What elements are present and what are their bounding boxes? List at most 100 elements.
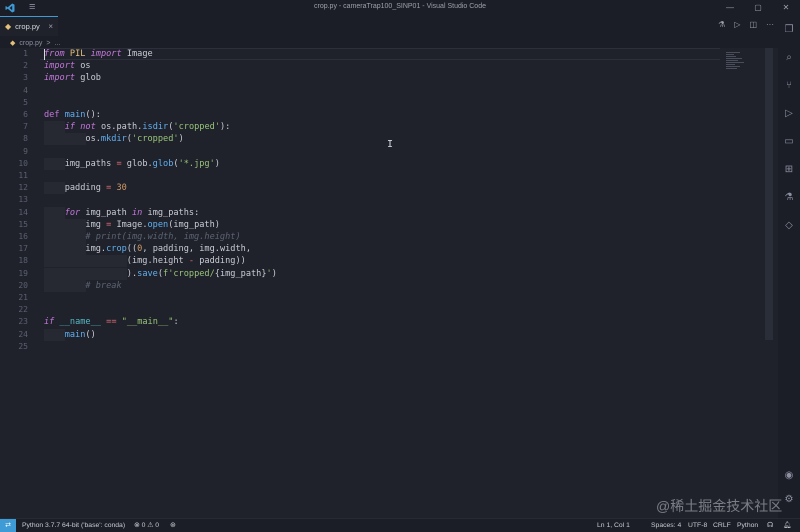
vertical-scrollbar[interactable]: [765, 48, 773, 340]
code-token: Image.: [111, 219, 148, 230]
line-number: 20: [18, 280, 28, 290]
search-icon[interactable]: ⌕: [778, 48, 800, 68]
play-icon[interactable]: ▷: [734, 20, 740, 29]
cursor-position[interactable]: Ln 1, Col 1: [597, 519, 630, 532]
line-number: 5: [23, 97, 28, 107]
code-editor[interactable]: 1 2 3 4 5 6 7 8 9 10 11 12 13 14 15 16 17 18 19 20 21 22 23 24 2…: [0, 48, 778, 518]
breadcrumb-symbol[interactable]: ...: [54, 40, 60, 47]
code-token: main: [64, 110, 86, 120]
testing-icon[interactable]: ⚗: [778, 188, 800, 208]
tab-bar: ◆ crop.py × ⚗ ▷ ◫ ···: [0, 16, 778, 36]
line-number: 23: [18, 317, 28, 327]
files-icon[interactable]: ❐: [778, 20, 800, 40]
split-editor-icon[interactable]: ◫: [749, 20, 757, 29]
code-token: save: [137, 268, 158, 279]
python-file-icon: ◆: [5, 22, 12, 31]
minimap[interactable]: [726, 52, 746, 76]
code-token: not: [80, 122, 96, 133]
indentation[interactable]: Spaces: 4: [651, 519, 681, 532]
notifications-icon[interactable]: 🔔︎: [783, 519, 792, 532]
python-file-icon: ◆: [10, 40, 16, 47]
line-number: 9: [23, 146, 28, 156]
run-icon[interactable]: ⚗: [718, 20, 725, 29]
code-token: Image: [121, 49, 153, 59]
code-token: glob: [152, 158, 174, 169]
line-number: 21: [18, 293, 28, 302]
code-token: padding: [44, 183, 107, 194]
code-token: padding)): [194, 256, 246, 267]
remote-explorer-icon[interactable]: ▭: [778, 132, 800, 152]
line-number: 6: [23, 110, 28, 119]
editor-actions: ⚗ ▷ ◫ ···: [718, 20, 774, 29]
live-share-icon[interactable]: ⊛: [170, 519, 176, 532]
line-number: 15: [18, 219, 28, 229]
code-line: main(): [44, 329, 96, 341]
code-token: PIL: [69, 49, 86, 59]
code-line: # print(img.width, img.height): [44, 231, 240, 243]
tab-crop-py[interactable]: ◆ crop.py ×: [0, 16, 58, 36]
line-number: 22: [18, 305, 28, 315]
code-token: img.: [44, 244, 107, 255]
code-line: def main():: [44, 109, 101, 121]
more-icon[interactable]: ···: [766, 20, 774, 29]
python-interpreter[interactable]: Python 3.7.7 64-bit ('base': conda): [22, 519, 125, 532]
line-number: 13: [18, 195, 28, 205]
code-token: open: [147, 219, 169, 230]
line-number: 11: [18, 171, 28, 180]
code-token: f'cropped/: [163, 268, 215, 279]
minimize-button[interactable]: —: [716, 0, 744, 16]
language-mode[interactable]: Python: [737, 519, 758, 532]
line-number: 8: [23, 134, 28, 144]
source-control-icon[interactable]: ⑂: [778, 76, 800, 96]
code-token: img: [44, 219, 107, 230]
code-token: glob.: [121, 158, 153, 169]
close-window-button[interactable]: ✕: [772, 0, 800, 16]
problems-indicator[interactable]: ⊗ 0 ⚠ 0: [134, 519, 159, 532]
code-token: isdir: [142, 122, 169, 133]
code-line: img_paths = glob.glob('*.jpg'): [44, 158, 220, 170]
code-token: 'cropped': [173, 122, 220, 133]
extensions-icon[interactable]: ⊞: [778, 160, 800, 180]
remote-indicator-icon[interactable]: ⇄: [0, 519, 16, 532]
breadcrumb-separator: >: [46, 39, 51, 47]
code-token: img_path: [80, 207, 132, 218]
activity-bar: ❐ ⌕ ⑂ ▷ ▭ ⊞ ⚗ ◇ ◉ ⚙: [778, 16, 800, 518]
code-token: :: [173, 317, 179, 328]
tab-close-icon[interactable]: ×: [48, 22, 53, 31]
code-token: ):: [220, 122, 231, 133]
maximize-button[interactable]: ▢: [744, 0, 772, 16]
run-debug-icon[interactable]: ▷: [778, 104, 800, 124]
line-number: 7: [23, 122, 28, 132]
code-token: (): [85, 329, 96, 340]
code-token: import: [44, 61, 76, 72]
code-token: def: [44, 110, 60, 120]
line-number: 10: [18, 158, 28, 168]
feedback-icon[interactable]: ☊: [767, 519, 773, 532]
line-number: 14: [18, 207, 28, 217]
code-token: if: [44, 317, 55, 328]
breadcrumb: ◆ crop.py > ...: [10, 38, 60, 48]
line-number: 25: [18, 341, 28, 351]
code-token: os.path.: [95, 122, 143, 133]
code-line: if not os.path.isdir('cropped'):: [44, 121, 231, 133]
encoding[interactable]: UTF-8: [688, 519, 707, 532]
account-icon[interactable]: ◉: [778, 466, 800, 486]
end-of-line[interactable]: CRLF: [713, 519, 731, 532]
code-token: ): [214, 158, 220, 169]
line-number: 2: [23, 61, 28, 71]
code-line: import glob: [44, 72, 101, 84]
code-token: os: [75, 61, 91, 72]
window-title: crop.py - cameraTrap100_SINP01 - Visual …: [314, 3, 486, 10]
code-token: crop: [106, 244, 127, 255]
watermark: @稀土掘金技术社区: [656, 498, 783, 514]
breadcrumb-file[interactable]: crop.py: [19, 40, 42, 47]
docker-icon[interactable]: ◇: [778, 216, 800, 236]
